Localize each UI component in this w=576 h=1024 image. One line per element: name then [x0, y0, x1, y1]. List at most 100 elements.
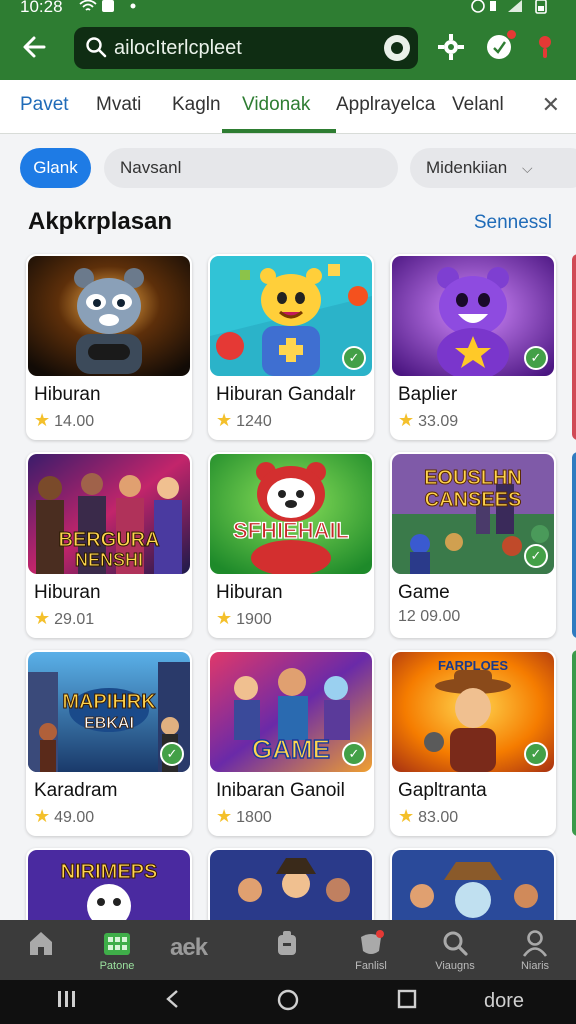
- lens-icon[interactable]: [384, 35, 410, 61]
- nav-home[interactable]: [0, 920, 82, 980]
- card-thumbnail: [28, 256, 190, 376]
- verified-check-icon: ✓: [342, 346, 366, 370]
- wifi-icon: [79, 0, 136, 12]
- rating-value: 49.00: [54, 809, 95, 826]
- app-screen: 10:28 ailocIterlcpleet Pavet Mvati Kagln…: [0, 0, 576, 1024]
- filter-dropdown-label: Midenkiian: [426, 158, 508, 177]
- rating-value: 29.01: [54, 611, 95, 628]
- status-icons-left: [78, 0, 142, 17]
- tab-vidonak[interactable]: Vidonak: [242, 94, 310, 116]
- card-title: Game: [398, 582, 450, 603]
- art-text: NIRIMEPS: [61, 861, 158, 883]
- card-rating: ★ 1240: [216, 410, 272, 431]
- card-rating: ★ 29.01: [34, 608, 94, 629]
- card-thumbnail: [210, 850, 372, 928]
- card-title: Gapltranta: [398, 780, 487, 801]
- nav-text-item[interactable]: aek: [170, 934, 208, 962]
- card-thumbnail: ✓: [392, 256, 554, 376]
- status-icons-right: [470, 0, 554, 17]
- card-thumbnail: EOUSLHN CANSEES ✓: [392, 454, 554, 574]
- art-text-line-1: EOUSLHN: [424, 467, 522, 489]
- system-back-icon[interactable]: [162, 988, 184, 1017]
- tab-velanl[interactable]: Velanl: [452, 94, 504, 116]
- bottom-navigation: Patone aek Fanlisl Viaugns Niaris: [0, 920, 576, 980]
- card-rating: ★ 49.00: [34, 806, 94, 827]
- art-text: SFHIEHAIL: [233, 518, 349, 543]
- filter-chip-secondary[interactable]: Navsanl: [104, 148, 398, 188]
- nav-label: Viaugns: [435, 960, 475, 972]
- shield-notify-icon[interactable]: [484, 30, 516, 62]
- partial-card: [572, 254, 576, 440]
- done-button[interactable]: dore: [484, 990, 524, 1013]
- see-all-link[interactable]: Sennessl: [474, 212, 552, 234]
- close-icon[interactable]: ✕: [542, 92, 560, 118]
- home-icon: [27, 929, 55, 957]
- tab-applrayelca[interactable]: Applrayelca: [336, 94, 435, 116]
- app-card[interactable]: EOUSLHN CANSEES ✓ Game 12 09.00: [390, 452, 556, 638]
- search-input[interactable]: ailocIterlcpleet: [114, 37, 242, 60]
- status-bar: 10:28: [0, 0, 576, 18]
- card-rating: ★ 1800: [216, 806, 272, 827]
- rating-value: 83.00: [418, 809, 459, 826]
- nav-patone[interactable]: Patone: [76, 920, 158, 980]
- search-icon: [84, 35, 108, 59]
- partial-card: [572, 452, 576, 638]
- art-text: FARPLOES: [438, 658, 508, 673]
- status-time: 10:28: [20, 0, 63, 16]
- verified-check-icon: ✓: [524, 346, 548, 370]
- app-card[interactable]: ✓ Baplier ★ 33.09: [390, 254, 556, 440]
- tab-pavet[interactable]: Pavet: [20, 94, 69, 116]
- home-circle-icon[interactable]: [276, 988, 300, 1019]
- app-card[interactable]: [208, 848, 374, 928]
- star-icon: ★: [216, 608, 233, 628]
- verified-check-icon: ✓: [524, 544, 548, 568]
- art-text-line-2: EBKAI: [84, 715, 134, 732]
- app-card[interactable]: GAME ✓ Inibaran Ganoil ★ 1800: [208, 650, 374, 836]
- verified-check-icon: ✓: [160, 742, 184, 766]
- battery-signal-icon: [471, 0, 547, 14]
- star-icon: ★: [216, 410, 233, 430]
- tab-kagln[interactable]: Kagln: [172, 94, 221, 116]
- app-card[interactable]: [390, 848, 556, 928]
- app-card[interactable]: FARPLOES ✓ Gapltranta ★ 83.00: [390, 650, 556, 836]
- rating-value: 1800: [236, 809, 272, 826]
- section-title: Akpkrplasan: [28, 208, 173, 235]
- app-card[interactable]: NIRIMEPS: [26, 848, 192, 928]
- nav-viaugns[interactable]: Viaugns: [414, 920, 496, 980]
- settings-gear-icon[interactable]: [436, 32, 466, 62]
- location-pin-icon[interactable]: [532, 32, 562, 62]
- card-thumbnail: MAPIHRK EBKAI ✓: [28, 652, 190, 772]
- card-rating: ★ 33.09: [398, 410, 458, 431]
- star-icon: ★: [398, 806, 415, 826]
- search-icon: [441, 929, 469, 957]
- app-card[interactable]: ✓ Hiburan Gandalr ★ 1240: [208, 254, 374, 440]
- card-thumbnail: NIRIMEPS: [28, 850, 190, 928]
- nav-fanlisl[interactable]: Fanlisl: [330, 920, 412, 980]
- nav-niaris[interactable]: Niaris: [494, 920, 576, 980]
- card-title: Baplier: [398, 384, 458, 405]
- system-navigation-bar: dore: [0, 980, 576, 1024]
- card-title: Hiburan: [34, 582, 101, 603]
- art-text-line-2: CANSEES: [425, 489, 522, 511]
- nav-bag[interactable]: [246, 920, 328, 980]
- recents-icon[interactable]: [56, 988, 78, 1017]
- app-card[interactable]: SFHIEHAIL Hiburan ★ 1900: [208, 452, 374, 638]
- card-thumbnail: SFHIEHAIL: [210, 454, 372, 574]
- filter-dropdown[interactable]: Midenkiian ⌵: [410, 148, 576, 188]
- notification-dot: [507, 30, 516, 39]
- rating-value: 1240: [236, 413, 272, 430]
- active-tab-indicator: [222, 129, 336, 133]
- card-title: Hiburan: [216, 582, 283, 603]
- rating-value: 14.00: [54, 413, 95, 430]
- overview-square-icon[interactable]: [396, 988, 418, 1017]
- app-card[interactable]: BERGURA NENSHI Hiburan ★ 29.01: [26, 452, 192, 638]
- app-card[interactable]: MAPIHRK EBKAI ✓ Karadram ★ 49.00: [26, 650, 192, 836]
- art-text-line-2: NENSHI: [75, 550, 143, 570]
- filter-chip-primary[interactable]: Glank: [20, 148, 91, 188]
- tab-mvati[interactable]: Mvati: [96, 94, 141, 116]
- search-bar[interactable]: ailocIterlcpleet: [74, 27, 418, 69]
- back-arrow-icon[interactable]: [18, 32, 52, 62]
- rating-value: 33.09: [418, 413, 459, 430]
- apps-grid-icon: [103, 929, 131, 957]
- app-card[interactable]: Hiburan ★ 14.00: [26, 254, 192, 440]
